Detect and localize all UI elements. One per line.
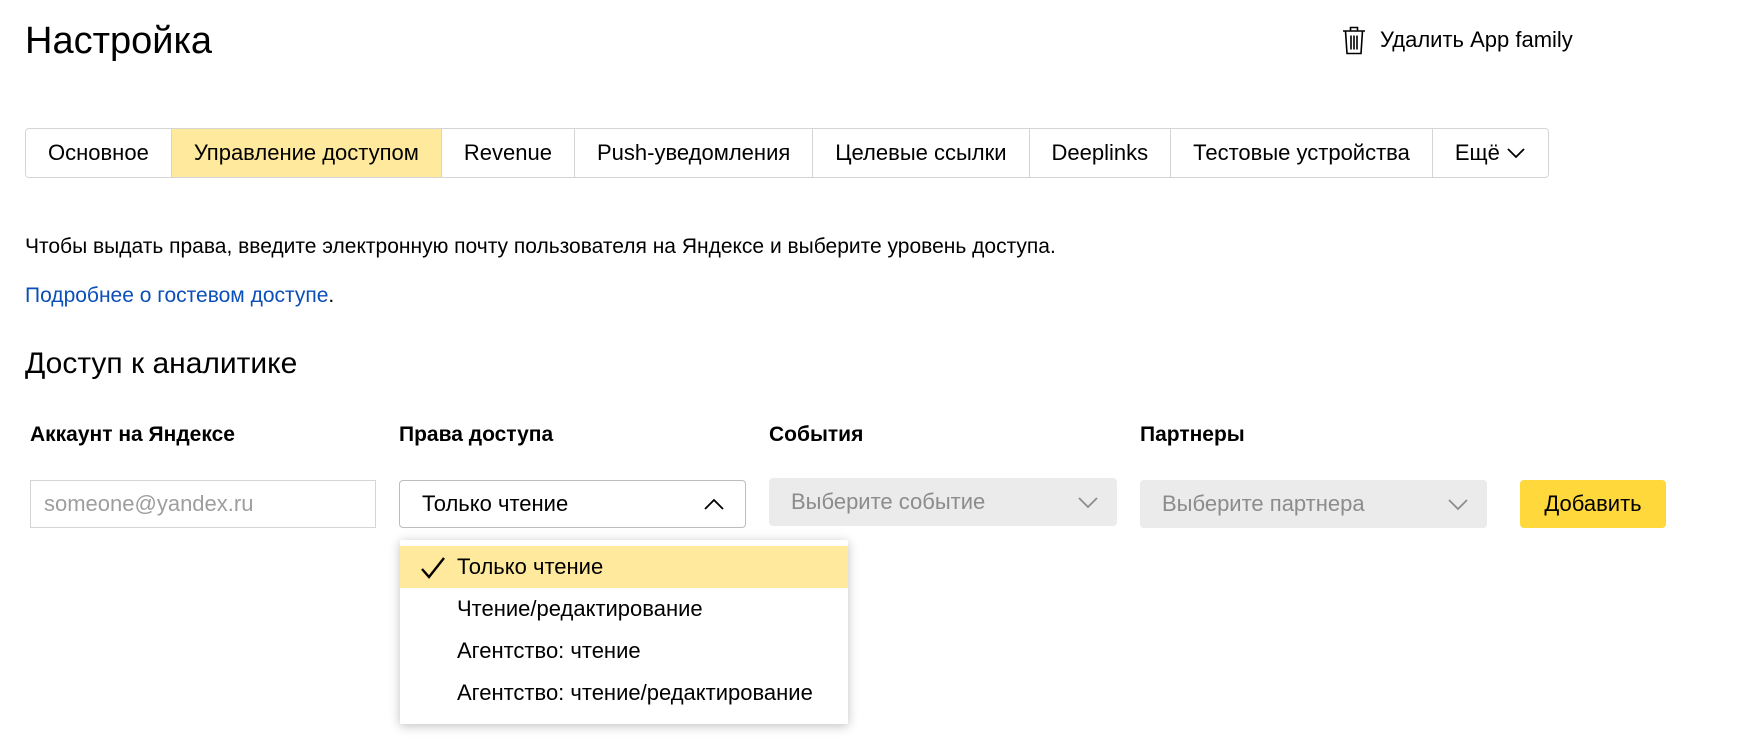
guest-access-link-row: Подробнее о гостевом доступе. (25, 283, 334, 309)
tab-label: Push-уведомления (596, 140, 791, 165)
tab-label: Deeplinks (1051, 140, 1149, 165)
access-intro-text: Чтобы выдать права, введите электронную … (25, 235, 1056, 258)
tab-more[interactable]: Ещё (1431, 129, 1548, 177)
account-column-label: Аккаунт на Яндексе (30, 423, 235, 446)
tab-push-notifications[interactable]: Push-уведомления (573, 129, 813, 177)
tab-target-links[interactable]: Целевые ссылки (812, 129, 1029, 177)
chevron-down-icon (1078, 497, 1098, 509)
settings-tabs: Основное Управление доступом Revenue Pus… (25, 128, 1549, 178)
option-label: Чтение/редактирование (457, 596, 703, 621)
access-rights-dropdown: Только чтение Чтение/редактирование Аген… (400, 540, 848, 724)
option-read-edit[interactable]: Чтение/редактирование (400, 588, 848, 630)
tab-label: Целевые ссылки (835, 140, 1007, 165)
tab-label: Тестовые устройства (1193, 140, 1410, 165)
email-input[interactable] (30, 480, 376, 528)
tab-revenue[interactable]: Revenue (440, 129, 574, 177)
tab-deeplinks[interactable]: Deeplinks (1028, 129, 1171, 177)
chevron-up-icon (704, 498, 724, 510)
events-column-label: События (769, 423, 864, 446)
chevron-down-icon (1507, 148, 1525, 159)
partners-column-label: Партнеры (1140, 423, 1245, 446)
page-title: Настройка (25, 20, 213, 62)
section-title: Доступ к аналитике (25, 347, 298, 380)
tab-main[interactable]: Основное (26, 129, 171, 177)
option-label: Только чтение (457, 554, 604, 579)
partners-placeholder: Выберите партнера (1162, 491, 1365, 516)
tab-label: Управление доступом (193, 140, 419, 165)
option-read-only[interactable]: Только чтение (400, 546, 848, 588)
link-suffix: . (328, 284, 335, 307)
guest-access-link[interactable]: Подробнее о гостевом доступе (25, 284, 328, 307)
check-icon (421, 557, 445, 579)
partners-select[interactable]: Выберите партнера (1140, 480, 1487, 528)
add-button[interactable]: Добавить (1520, 480, 1666, 528)
option-label: Агентство: чтение (457, 638, 641, 663)
chevron-down-icon (1448, 499, 1468, 511)
option-label: Агентство: чтение/редактирование (457, 680, 813, 705)
events-placeholder: Выберите событие (791, 489, 986, 514)
tab-access-management[interactable]: Управление доступом (170, 129, 441, 177)
tab-label: Revenue (463, 140, 552, 165)
tab-label: Ещё (1454, 140, 1500, 165)
trash-icon (1343, 26, 1365, 55)
tab-label: Основное (48, 140, 149, 165)
delete-app-family-label: Удалить App family (1380, 27, 1573, 52)
option-agency-read-edit[interactable]: Агентство: чтение/редактирование (400, 672, 848, 714)
events-select[interactable]: Выберите событие (769, 478, 1117, 526)
delete-app-family-button[interactable]: Удалить App family (1342, 22, 1573, 58)
access-rights-value: Только чтение (422, 491, 569, 516)
access-rights-select[interactable]: Только чтение (399, 480, 746, 528)
option-agency-read[interactable]: Агентство: чтение (400, 630, 848, 672)
rights-column-label: Права доступа (399, 423, 554, 446)
tab-test-devices[interactable]: Тестовые устройства (1170, 129, 1432, 177)
